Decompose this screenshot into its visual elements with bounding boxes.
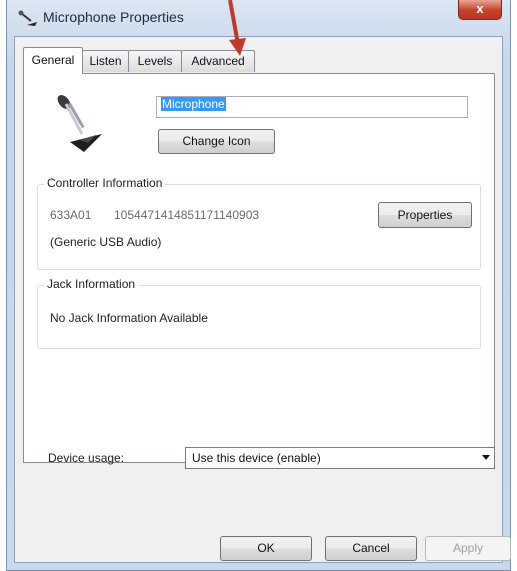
device-name-field[interactable]: Microphone (156, 96, 468, 118)
controller-serial: 1054471414851171140903 (114, 208, 260, 222)
cancel-button[interactable]: Cancel (325, 536, 417, 561)
window-title: Microphone Properties (43, 9, 184, 25)
title-bar[interactable]: Microphone Properties x (7, 0, 510, 36)
device-name-value: Microphone (161, 97, 226, 111)
annotation-arrow-icon (228, 0, 246, 56)
tab-general[interactable]: General (23, 47, 83, 74)
device-usage-label: Device usage: (48, 451, 125, 465)
chevron-down-icon[interactable] (482, 455, 490, 460)
microphone-device-icon (57, 95, 102, 152)
ok-button[interactable]: OK (220, 536, 312, 561)
controller-information-group: Controller Information 633A01 1054471414… (37, 176, 481, 270)
controller-name: (Generic USB Audio) (50, 235, 162, 249)
dialog-body: General Listen Levels Advanced Microphon… (14, 36, 503, 563)
controller-information-title: Controller Information (44, 176, 166, 190)
device-usage-dropdown[interactable]: Use this device (enable) (185, 447, 495, 469)
device-usage-selected: Use this device (enable) (192, 451, 321, 465)
jack-information-group: Jack Information No Jack Information Ava… (37, 277, 481, 349)
jack-information-text: No Jack Information Available (50, 311, 208, 325)
tab-listen[interactable]: Listen (82, 50, 129, 72)
microphone-icon (18, 10, 37, 26)
close-button[interactable]: x (458, 0, 502, 20)
tab-levels[interactable]: Levels (128, 50, 182, 72)
change-icon-button[interactable]: Change Icon (158, 129, 275, 154)
controller-properties-button[interactable]: Properties (378, 202, 472, 228)
general-tab-panel: Microphone Change Icon Controller Inform… (23, 73, 495, 463)
controller-id: 633A01 (50, 208, 92, 222)
jack-information-title: Jack Information (44, 277, 139, 291)
apply-button[interactable]: Apply (425, 536, 511, 561)
microphone-properties-dialog: Microphone Properties x General Listen L… (6, 0, 511, 571)
